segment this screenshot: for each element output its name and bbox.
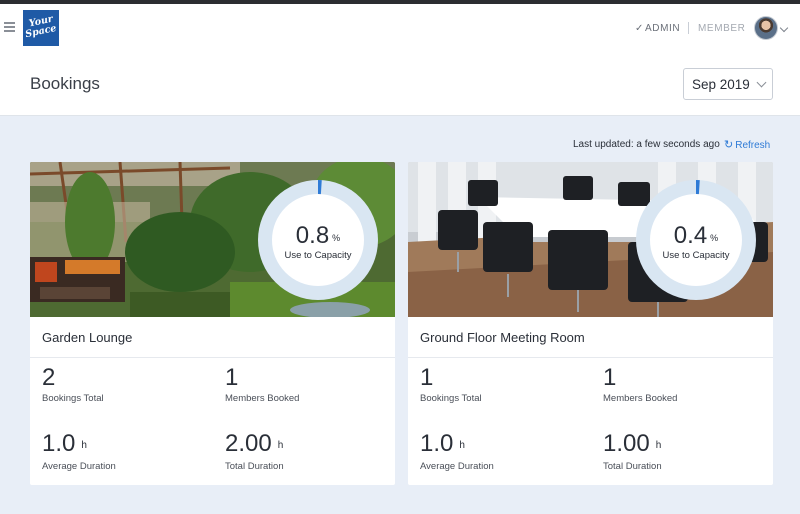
refresh-label: Refresh [735, 140, 771, 151]
room-name: Garden Lounge [42, 330, 133, 345]
stat-unit: h [655, 440, 662, 451]
stat-value-wrap: 2.00 h [225, 431, 284, 459]
page-header: Bookings Sep 2019 [0, 52, 800, 116]
stat-value: 1 [603, 364, 617, 391]
stat-unit: h [459, 440, 465, 451]
stat-value: 1 [420, 364, 434, 391]
stat-value: 1.0 [42, 430, 76, 457]
last-updated-text: Last updated: a few seconds ago [573, 139, 720, 150]
stat-value: 1.0 [420, 430, 454, 457]
stat-total-duration: 2.00 h Total Duration [225, 431, 284, 473]
stat-unit: h [277, 440, 284, 451]
stat-label: Members Booked [603, 393, 678, 404]
room-card[interactable]: 0.4% Use to Capacity Ground Floor Meetin… [408, 162, 773, 485]
user-avatar[interactable] [754, 16, 778, 40]
page-title: Bookings [30, 74, 100, 93]
role-admin-label: ADMIN [644, 23, 681, 34]
role-member-toggle[interactable]: MEMBER [698, 23, 746, 34]
stat-total-duration: 1.00 h Total Duration [603, 431, 662, 473]
month-select-value: Sep 2019 [692, 77, 750, 92]
stat-members-booked: 1 Members Booked [603, 364, 678, 405]
stat-average-duration: 1.0 h Average Duration [42, 431, 116, 473]
stat-label: Total Duration [603, 461, 662, 472]
capacity-gauge [258, 180, 378, 300]
stat-average-duration: 1.0 h Average Duration [420, 431, 494, 473]
stat-label: Bookings Total [420, 393, 482, 404]
capacity-gauge [636, 180, 756, 300]
month-select[interactable]: Sep 2019 [683, 68, 773, 100]
top-navbar: Your Space ✓ADMIN MEMBER [0, 4, 800, 52]
stat-value: 1.00 [603, 430, 650, 457]
stat-value: 2.00 [225, 430, 272, 457]
stat-value: 2 [42, 364, 56, 391]
stat-unit: h [81, 440, 87, 451]
role-divider [688, 22, 689, 34]
stat-value-wrap: 1.00 h [603, 431, 662, 459]
stat-label: Average Duration [42, 461, 116, 472]
stat-label: Average Duration [420, 461, 494, 472]
stat-value: 1 [225, 364, 239, 391]
stat-label: Total Duration [225, 461, 284, 472]
divider [30, 357, 395, 358]
room-name: Ground Floor Meeting Room [420, 330, 585, 345]
stat-value-wrap: 1.0 h [42, 431, 116, 459]
chevron-down-icon[interactable] [779, 23, 789, 33]
brand-logo[interactable]: Your Space [23, 10, 59, 46]
check-icon: ✓ [635, 23, 644, 34]
stat-bookings-total: 1 Bookings Total [420, 364, 482, 405]
refresh-icon: ↻ [724, 139, 734, 151]
refresh-button[interactable]: ↻ Refresh [724, 138, 770, 151]
stat-label: Members Booked [225, 393, 300, 404]
divider [408, 357, 773, 358]
room-photo-garden: 0.8% Use to Capacity [30, 162, 395, 317]
room-card[interactable]: 0.8% Use to Capacity Garden Lounge 2 Boo… [30, 162, 395, 485]
room-photo-meeting: 0.4% Use to Capacity [408, 162, 773, 317]
hamburger-icon[interactable] [4, 22, 15, 32]
chevron-down-icon [756, 77, 767, 88]
stat-bookings-total: 2 Bookings Total [42, 364, 104, 405]
role-admin-toggle[interactable]: ✓ADMIN [635, 23, 680, 34]
stat-members-booked: 1 Members Booked [225, 364, 300, 405]
stat-label: Bookings Total [42, 393, 104, 404]
stat-value-wrap: 1.0 h [420, 431, 494, 459]
